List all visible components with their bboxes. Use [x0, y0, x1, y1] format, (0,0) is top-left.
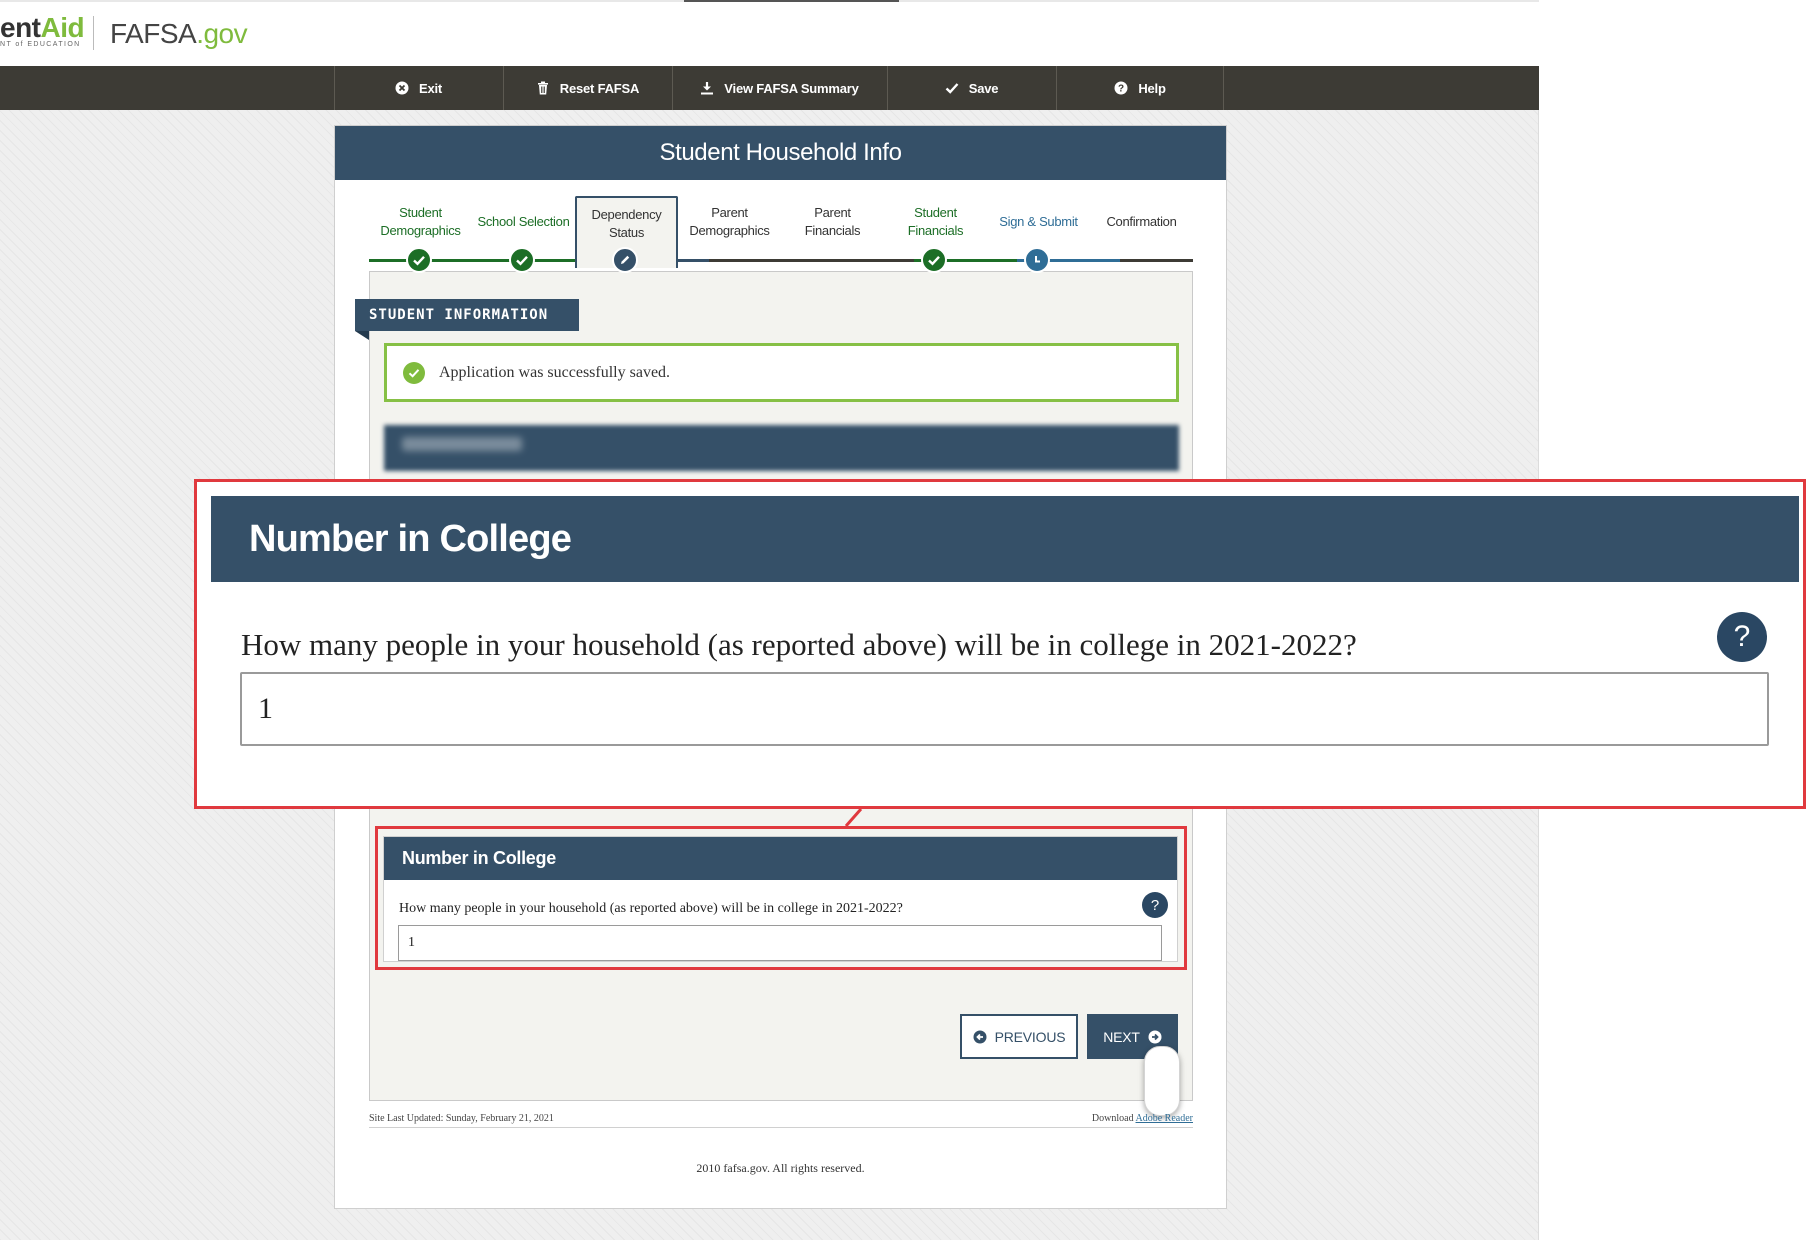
checkmark-icon	[945, 81, 959, 95]
page-title: Student Household Info	[335, 126, 1226, 180]
fsa-logo-accent: Aid	[40, 12, 85, 43]
logo-divider	[93, 16, 94, 50]
mouse-cursor-icon	[1144, 1046, 1180, 1116]
footer-divider	[369, 1127, 1193, 1128]
success-message: Application was successfully saved.	[439, 363, 671, 381]
fafsa-logo-text: FAFSA	[110, 18, 197, 49]
help-label: Help	[1138, 80, 1166, 96]
previous-label: PREVIOUS	[994, 1028, 1066, 1045]
success-check-icon	[403, 361, 425, 384]
save-label: Save	[968, 80, 999, 96]
download-icon	[700, 81, 714, 95]
step-label: Parent Demographics	[678, 196, 781, 248]
step-dependency-status[interactable]: Dependency Status	[575, 196, 678, 273]
adobe-reader-link[interactable]: Adobe Reader	[1136, 1113, 1193, 1124]
step-label-line1: Parent	[814, 205, 851, 220]
arrow-left-circle-icon	[973, 1030, 987, 1043]
step-student-financials[interactable]: Student Financials	[884, 196, 987, 273]
step-label-line1: School Selection	[477, 214, 570, 229]
save-button[interactable]: Save	[887, 66, 1055, 110]
step-label-line2: Demographics	[380, 223, 461, 238]
clock-icon	[1024, 247, 1050, 273]
number-in-college-panel: Number in College How many people in you…	[383, 836, 1178, 962]
zoomed-number-in-college-input[interactable]	[240, 672, 1769, 746]
step-label: Parent Financials	[781, 196, 884, 248]
reset-fafsa-button[interactable]: Reset FAFSA	[503, 66, 671, 110]
step-label: Sign & Submit	[987, 196, 1090, 248]
zoomed-number-in-college-panel: Number in College How many people in you…	[211, 496, 1799, 798]
step-confirmation[interactable]: Confirmation	[1090, 196, 1193, 271]
zoomed-question: How many people in your household (as re…	[241, 627, 1357, 662]
svg-text:?: ?	[1118, 84, 1124, 95]
trash-icon	[536, 81, 550, 95]
step-label-line1: Dependency	[591, 207, 662, 222]
step-label: Confirmation	[1090, 196, 1193, 248]
help-button[interactable]: ? Help	[1056, 66, 1224, 110]
fsa-logo-subtitle: NT of EDUCATION	[0, 41, 81, 48]
fafsa-logo-accent: .gov	[196, 18, 248, 49]
step-parent-demographics[interactable]: Parent Demographics	[678, 196, 781, 271]
zoom-callout: Number in College How many people in you…	[194, 479, 1806, 809]
exit-label: Exit	[418, 80, 443, 96]
success-alert: Application was successfully saved.	[384, 343, 1179, 402]
exit-circle-icon	[395, 81, 409, 95]
step-label-line2: Financials	[804, 223, 861, 238]
step-label: School Selection	[472, 196, 575, 248]
reset-fafsa-label: Reset FAFSA	[559, 80, 640, 96]
number-in-college-question: How many people in your household (as re…	[399, 901, 903, 916]
step-sign-submit[interactable]: Sign & Submit	[987, 196, 1090, 273]
number-in-college-heading: Number in College	[384, 837, 1177, 880]
step-label-line1: Student	[914, 205, 957, 220]
help-question-icon[interactable]: ?	[1142, 892, 1168, 918]
fafsa-gov-logo[interactable]: FAFSA.gov	[110, 18, 248, 50]
zoomed-heading: Number in College	[211, 496, 1799, 582]
download-adobe-reader: Download Adobe Reader	[1092, 1113, 1193, 1124]
step-label-line1: Sign & Submit	[999, 214, 1078, 229]
federal-student-aid-logo[interactable]: entAid	[0, 12, 85, 44]
fsa-logo-text: ent	[0, 12, 41, 43]
step-label-line2: Status	[608, 225, 645, 240]
step-label-line2: Demographics	[689, 223, 770, 238]
zoomed-help-question-icon[interactable]: ?	[1717, 612, 1767, 662]
site-last-updated: Site Last Updated: Sunday, February 21, …	[369, 1113, 554, 1124]
step-label: Student Demographics	[369, 196, 472, 248]
fafsa-toolbar: Exit Reset FAFSA View FAFSA Summary Save…	[0, 66, 1539, 110]
view-fafsa-summary-label: View FAFSA Summary	[724, 80, 859, 96]
next-label: NEXT	[1103, 1028, 1140, 1045]
completed-check-icon	[509, 247, 535, 273]
section-tag-fold	[355, 331, 369, 340]
number-in-college-input[interactable]	[398, 925, 1162, 961]
step-label-line1: Student	[399, 205, 442, 220]
view-fafsa-summary-button[interactable]: View FAFSA Summary	[672, 66, 886, 110]
download-prefix: Download	[1091, 1113, 1136, 1124]
completed-check-icon	[406, 247, 432, 273]
step-school-selection[interactable]: School Selection	[472, 196, 575, 273]
step-label: Student Financials	[884, 196, 987, 248]
section-tag-student-information: STUDENT INFORMATION	[355, 299, 579, 331]
copyright: 2010 fafsa.gov. All rights reserved.	[696, 1161, 865, 1175]
blurred-heading-text	[402, 437, 522, 451]
step-label-line1: Confirmation	[1106, 214, 1177, 229]
arrow-right-circle-icon	[1148, 1030, 1162, 1043]
completed-check-icon	[921, 247, 947, 273]
step-label-line1: Parent	[711, 205, 748, 220]
step-student-demographics[interactable]: Student Demographics	[369, 196, 472, 273]
step-label: Dependency Status	[577, 198, 676, 250]
previous-button[interactable]: PREVIOUS	[960, 1014, 1078, 1059]
pencil-icon	[612, 247, 638, 273]
exit-button[interactable]: Exit	[334, 66, 502, 110]
question-circle-icon: ?	[1114, 81, 1128, 95]
site-header: entAid NT of EDUCATION FAFSA.gov	[0, 2, 1539, 66]
step-parent-financials[interactable]: Parent Financials	[781, 196, 884, 271]
step-label-line2: Financials	[907, 223, 964, 238]
progress-steps: Student Demographics School Selection Dep…	[369, 196, 1193, 276]
household-size-header-blurred	[384, 425, 1179, 471]
